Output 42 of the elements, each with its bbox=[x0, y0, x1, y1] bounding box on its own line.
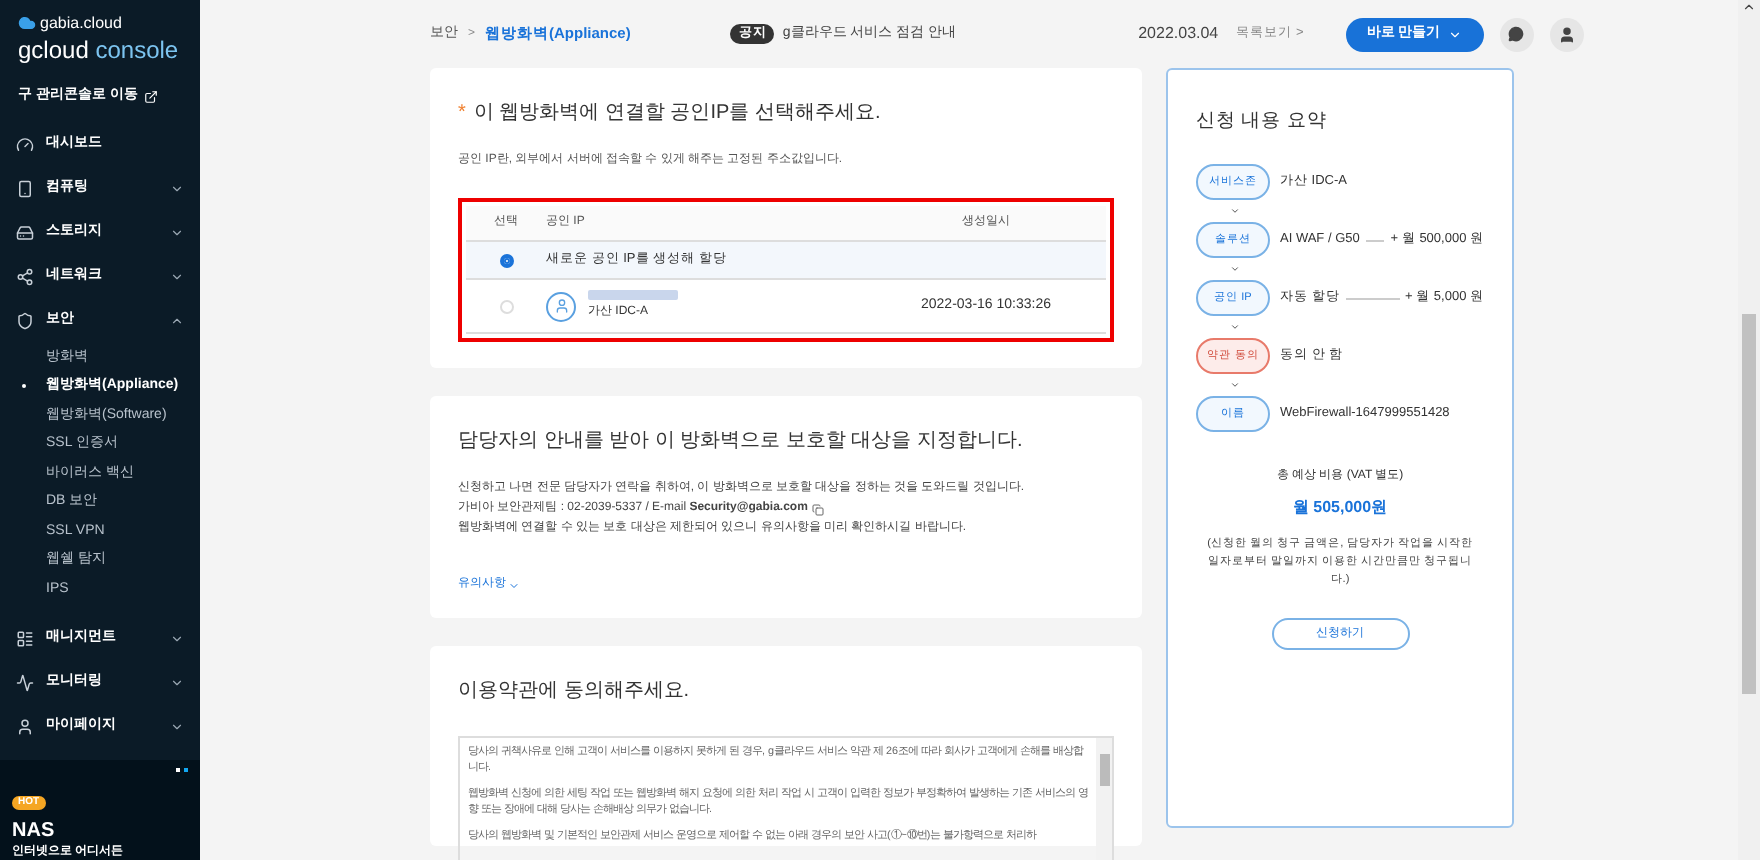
chat-button[interactable] bbox=[1499, 17, 1534, 51]
user-icon bbox=[1557, 25, 1576, 43]
brand-logo: gcloud console bbox=[18, 36, 181, 66]
notice-date: 2022.03.04 bbox=[1138, 22, 1219, 46]
section-title: 담당자의 안내를 받아 이 방화벽으로 보호할 대상을 지정합니다. bbox=[458, 428, 1025, 456]
blurred-ip-address bbox=[588, 290, 678, 300]
chevron-down-icon bbox=[170, 631, 184, 645]
chevron-down-icon bbox=[1230, 322, 1240, 333]
server-avatar-icon bbox=[546, 291, 576, 321]
summary-title: 신청 내용 요약 bbox=[1196, 108, 1329, 136]
chevron-down-icon bbox=[1230, 264, 1240, 275]
section-title: 이용약관에 동의해주세요. bbox=[458, 678, 692, 706]
chevron-down-icon bbox=[1230, 380, 1240, 391]
copy-icon[interactable] bbox=[811, 503, 824, 515]
section-title: * 이 웹방화벽에 연결할 공인IP를 선택해주세요. bbox=[458, 100, 883, 128]
chevron-down-icon bbox=[170, 226, 184, 240]
chevron-down-icon bbox=[1230, 206, 1240, 217]
chat-icon bbox=[1508, 26, 1525, 42]
chevron-down-icon bbox=[170, 182, 184, 196]
list-icon bbox=[16, 629, 34, 647]
chevron-down-icon bbox=[170, 719, 184, 733]
banner-title: NAS bbox=[12, 820, 57, 844]
brand-subtitle: gabia.cloud bbox=[40, 15, 122, 31]
activity-icon bbox=[16, 673, 34, 691]
chevron-up-icon bbox=[170, 314, 184, 328]
chevron-down-icon bbox=[508, 579, 520, 591]
external-link-icon bbox=[143, 89, 158, 104]
page-scrollbar[interactable] bbox=[1738, 0, 1760, 860]
profile-button[interactable] bbox=[1549, 17, 1584, 51]
shield-icon bbox=[16, 312, 34, 330]
chevron-down-icon bbox=[170, 675, 184, 689]
chevron-down-icon bbox=[170, 270, 184, 284]
cloud-icon bbox=[18, 14, 36, 32]
drive-icon bbox=[16, 224, 34, 242]
gauge-icon bbox=[16, 136, 34, 154]
scroll-up-icon[interactable] bbox=[1742, 0, 1756, 14]
chevron-down-icon bbox=[1448, 27, 1463, 41]
total-price: 월 505,000원 bbox=[1290, 496, 1390, 521]
user-icon bbox=[16, 717, 34, 735]
network-icon bbox=[16, 268, 34, 286]
radio-button[interactable] bbox=[499, 253, 513, 267]
device-icon bbox=[16, 180, 34, 198]
